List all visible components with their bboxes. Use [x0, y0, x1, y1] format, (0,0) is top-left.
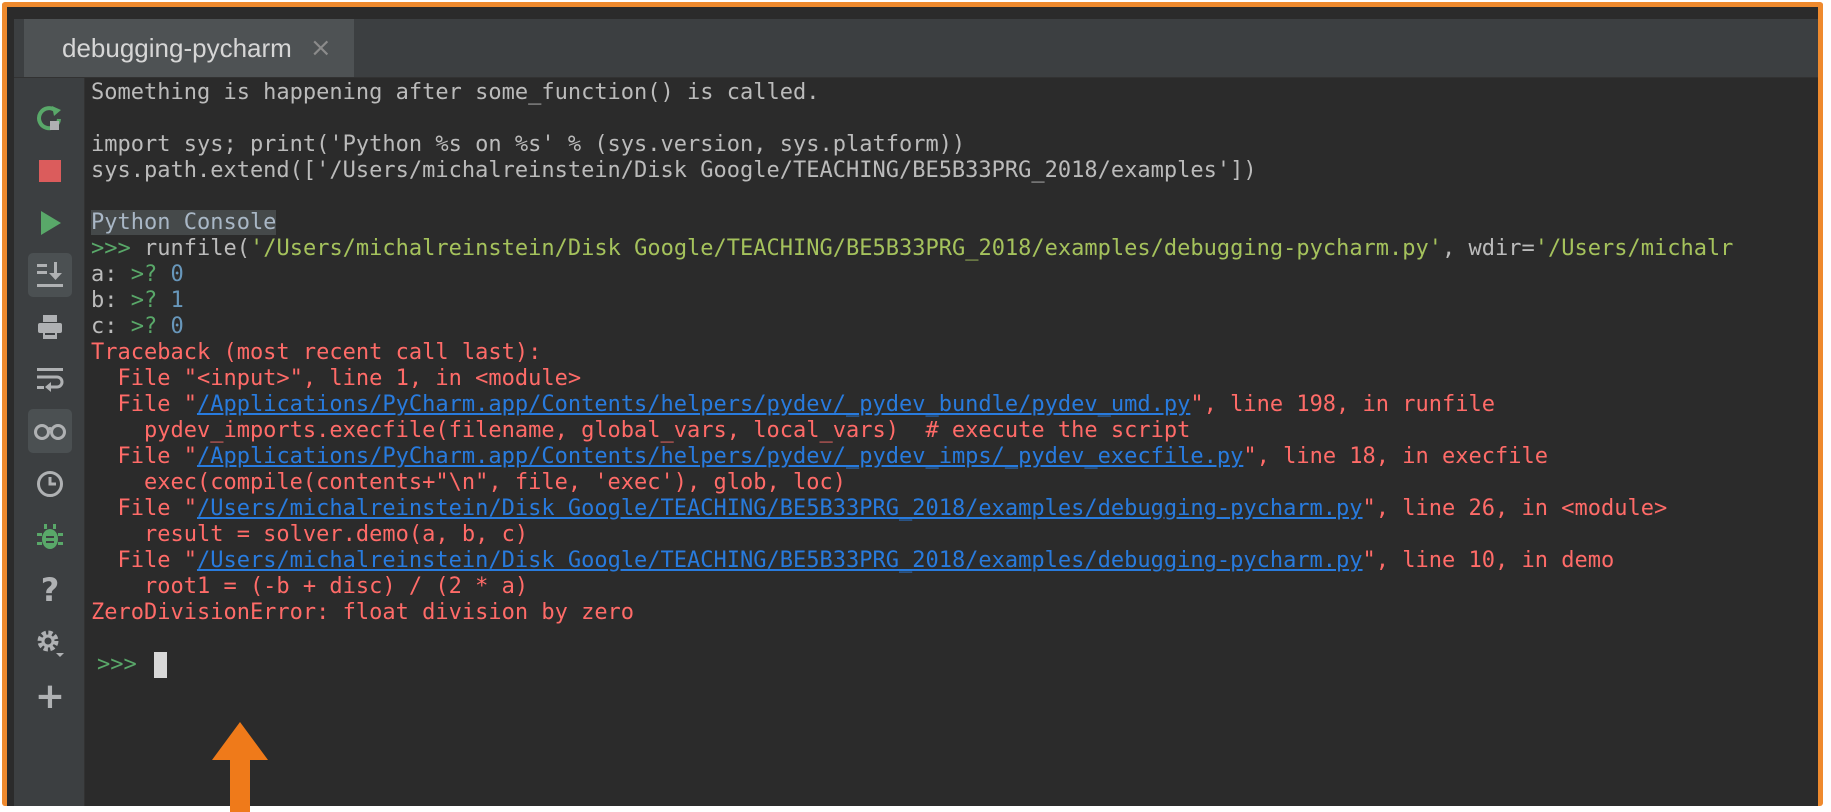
stop-icon — [39, 160, 61, 182]
debug-button[interactable] — [28, 515, 72, 559]
settings-button[interactable] — [28, 621, 72, 665]
prompt: >>> — [91, 236, 131, 261]
history-icon — [37, 471, 63, 497]
debug-icon — [37, 524, 63, 549]
close-icon[interactable]: × — [310, 33, 332, 63]
console-output[interactable]: Something is happening after some_functi… — [91, 78, 1818, 806]
show-variables-icon — [34, 424, 66, 440]
app-frame: debugging-pycharm × ? + Something is hap… — [2, 2, 1823, 806]
rerun-icon — [37, 106, 61, 131]
scroll-to-end-icon — [37, 262, 63, 287]
show-variables-button[interactable] — [28, 409, 72, 453]
output-line: sys.path.extend(['/Users/michalreinstein… — [91, 158, 1257, 183]
settings-icon — [37, 630, 64, 657]
prompt: >>> — [97, 652, 150, 677]
run-button[interactable] — [28, 201, 72, 245]
input-prompt-line[interactable]: >>> — [97, 650, 167, 680]
tab-bar: debugging-pycharm × — [14, 19, 1818, 78]
console-label: Python Console — [91, 210, 277, 235]
scroll-to-end-button[interactable] — [28, 253, 72, 297]
print-icon — [38, 315, 62, 339]
print-button[interactable] — [28, 305, 72, 349]
annotation-arrow-icon — [212, 722, 268, 812]
tab-label: debugging-pycharm — [62, 32, 292, 63]
rerun-button[interactable] — [28, 96, 72, 140]
tab-debugging-pycharm[interactable]: debugging-pycharm × — [24, 19, 354, 77]
runfile-line: >>> runfile('/Users/michalreinstein/Disk… — [91, 236, 1734, 261]
file-link[interactable]: /Applications/PyCharm.app/Contents/helpe… — [197, 444, 1243, 469]
soft-wrap-button[interactable] — [28, 357, 72, 401]
file-link[interactable]: /Applications/PyCharm.app/Contents/helpe… — [197, 392, 1190, 417]
output-line: Something is happening after some_functi… — [91, 80, 820, 105]
error-message: ZeroDivisionError: float division by zer… — [91, 600, 635, 625]
run-icon — [41, 211, 61, 235]
text-cursor — [153, 652, 167, 678]
history-button[interactable] — [28, 462, 72, 506]
file-link[interactable]: /Users/michalreinstein/Disk Google/TEACH… — [197, 496, 1363, 521]
stop-button[interactable] — [28, 149, 72, 193]
soft-wrap-icon — [37, 368, 64, 392]
help-icon[interactable]: ? — [28, 568, 72, 612]
console-toolbar: ? + — [14, 78, 85, 806]
add-icon[interactable]: + — [28, 674, 72, 718]
file-link[interactable]: /Users/michalreinstein/Disk Google/TEACH… — [197, 548, 1363, 573]
